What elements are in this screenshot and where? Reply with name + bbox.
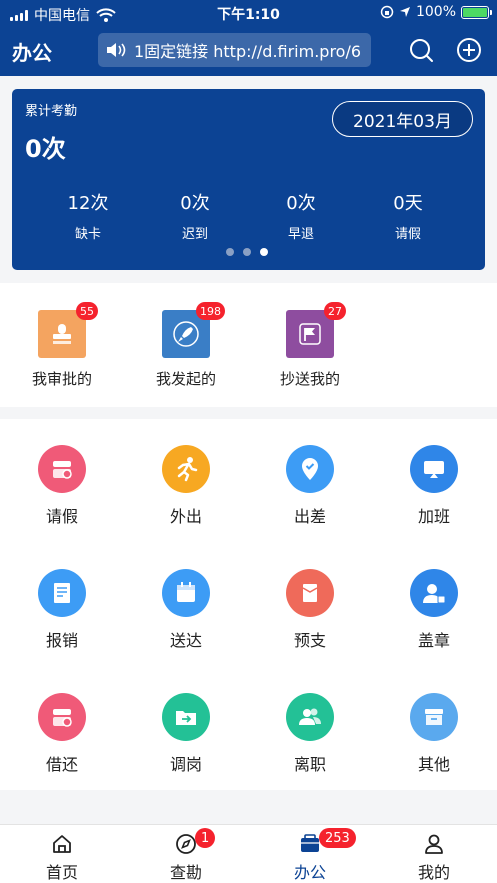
- app-transfer[interactable]: 调岗: [136, 693, 236, 775]
- stat-label: 迟到: [181, 227, 208, 242]
- app-out[interactable]: 外出: [136, 445, 236, 527]
- attendance-summary-card[interactable]: 累计考勤 0次 2021年03月 12次 缺卡 0次 迟到 0次 早退 0天 请…: [12, 89, 485, 270]
- stat-value: 0次: [180, 193, 210, 214]
- app-overtime[interactable]: 加班: [384, 445, 484, 527]
- approval-label: 抄送我的: [279, 370, 340, 388]
- app-label: 盖章: [417, 631, 450, 650]
- stat-early-leave[interactable]: 0次 早退: [251, 189, 351, 242]
- tab-office[interactable]: 办公 253: [265, 828, 356, 883]
- app-delivery[interactable]: 送达: [136, 569, 236, 651]
- tab-mine[interactable]: 我的: [389, 833, 479, 883]
- return-icon: [38, 693, 86, 741]
- location-pin-icon: [286, 445, 334, 493]
- stat-value: 0天: [393, 193, 423, 214]
- stat-label: 请假: [394, 227, 421, 242]
- add-icon[interactable]: [456, 37, 482, 63]
- calendar-icon: [162, 569, 210, 617]
- summary-value: 0次: [25, 135, 66, 163]
- stat-missing-card[interactable]: 12次 缺卡: [38, 189, 138, 242]
- badge-count: 27: [324, 302, 346, 320]
- app-label: 预支: [293, 631, 326, 650]
- envelope-icon: [286, 569, 334, 617]
- tab-label: 首页: [45, 863, 78, 882]
- people-icon: [286, 693, 334, 741]
- page-dot: [243, 248, 251, 256]
- status-bar: 中国电信 下午1:10 100%: [0, 0, 497, 26]
- location-arrow-icon: [399, 7, 410, 17]
- page-indicator[interactable]: [226, 248, 268, 256]
- page-title: 办公: [12, 41, 52, 65]
- stat-label: 早退: [287, 227, 314, 242]
- runner-icon: [162, 445, 210, 493]
- summary-label: 累计考勤: [25, 104, 78, 119]
- approval-label: 我审批的: [31, 370, 92, 388]
- screen-icon: [410, 445, 458, 493]
- approvals-section: 55 我审批的 198 我发起的 27 抄送我的: [0, 283, 497, 407]
- stat-value: 0次: [286, 193, 316, 214]
- app-label: 请假: [45, 507, 78, 526]
- battery-percent: 100%: [415, 4, 456, 20]
- app-label: 借还: [45, 755, 78, 774]
- app-seal[interactable]: 盖章: [384, 569, 484, 651]
- tab-home[interactable]: 首页: [17, 833, 107, 883]
- tab-label: 办公: [293, 863, 326, 882]
- approval-item-cc[interactable]: 27 抄送我的: [260, 302, 360, 389]
- status-right: 100%: [380, 4, 492, 20]
- apps-grid: 请假 外出 出差 加班 报销 送达 预支 盖章 借还 调岗 离职 其他: [0, 419, 497, 790]
- app-reimburse[interactable]: 报销: [12, 569, 112, 651]
- app-other[interactable]: 其他: [384, 693, 484, 775]
- home-icon: [17, 833, 107, 855]
- stat-value: 12次: [67, 193, 109, 214]
- folder-transfer-icon: [162, 693, 210, 741]
- tab-label: 我的: [417, 863, 450, 882]
- approval-label: 我发起的: [155, 370, 216, 388]
- user-stamp-icon: [410, 569, 458, 617]
- tab-badge: 253: [319, 828, 356, 848]
- stat-leave[interactable]: 0天 请假: [358, 189, 458, 242]
- leave-icon: [38, 445, 86, 493]
- app-label: 离职: [293, 755, 326, 774]
- app-label: 送达: [169, 631, 202, 650]
- notice-banner[interactable]: 1固定链接 http://d.firim.pro/6: [98, 33, 371, 67]
- badge-count: 198: [196, 302, 225, 320]
- box-icon: [410, 693, 458, 741]
- app-leave[interactable]: 请假: [12, 445, 112, 527]
- tab-label: 查勘: [169, 863, 202, 882]
- stat-label: 缺卡: [74, 227, 101, 242]
- approval-item-to-approve[interactable]: 55 我审批的: [12, 302, 112, 389]
- page-dot-active: [260, 248, 268, 256]
- user-icon: [389, 833, 479, 855]
- app-label: 其他: [417, 755, 450, 774]
- speaker-icon: [107, 43, 126, 57]
- app-label: 调岗: [169, 755, 202, 774]
- search-icon[interactable]: [408, 37, 434, 63]
- page-dot: [226, 248, 234, 256]
- app-business-trip[interactable]: 出差: [260, 445, 360, 527]
- app-advance[interactable]: 预支: [260, 569, 360, 651]
- app-label: 加班: [417, 507, 450, 526]
- notice-text: 1固定链接 http://d.firim.pro/6: [134, 42, 362, 61]
- app-resign[interactable]: 离职: [260, 693, 360, 775]
- tab-survey[interactable]: 查勘 1: [141, 828, 231, 883]
- tab-bar: 首页 查勘 1 办公 253 我的: [0, 824, 497, 883]
- app-label: 外出: [169, 507, 202, 526]
- document-icon: [38, 569, 86, 617]
- orientation-lock-icon: [380, 5, 394, 19]
- app-label: 报销: [45, 631, 78, 650]
- top-header: 中国电信 下午1:10 100% 办公 1固定链接 http://d.firim…: [0, 0, 497, 76]
- app-borrow-return[interactable]: 借还: [12, 693, 112, 775]
- month-selector-button[interactable]: 2021年03月: [332, 101, 473, 137]
- app-label: 出差: [293, 507, 326, 526]
- stat-late[interactable]: 0次 迟到: [145, 189, 245, 242]
- compass-icon: [141, 833, 231, 855]
- approval-item-initiated[interactable]: 198 我发起的: [136, 302, 236, 389]
- battery-icon: [461, 5, 492, 19]
- badge-count: 55: [76, 302, 98, 320]
